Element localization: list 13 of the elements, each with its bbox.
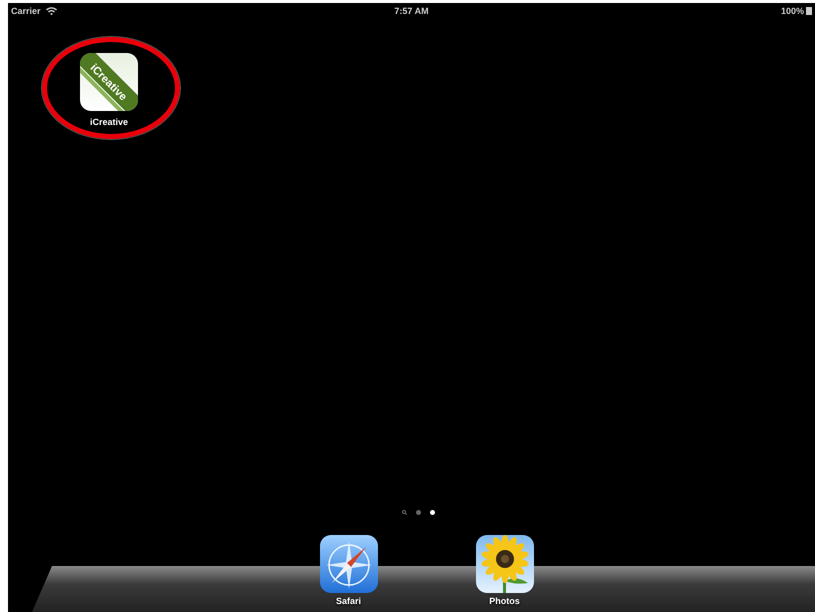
carrier-name: Carrier [11,6,41,16]
compass-app-icon[interactable] [320,535,378,593]
app-label: Photos [489,596,520,606]
page-dot[interactable] [416,510,421,514]
app-label: Safari [336,596,361,606]
battery-percent: 100% [780,6,804,16]
clock-time: 7:57 AM [394,6,429,16]
page-dot[interactable] [430,510,435,514]
sunflower-app-icon[interactable] [476,535,534,593]
search-page-icon[interactable] [402,510,407,514]
battery-icon [806,6,812,14]
wifi-icon [46,6,57,14]
app-label: iCreative [90,117,128,127]
